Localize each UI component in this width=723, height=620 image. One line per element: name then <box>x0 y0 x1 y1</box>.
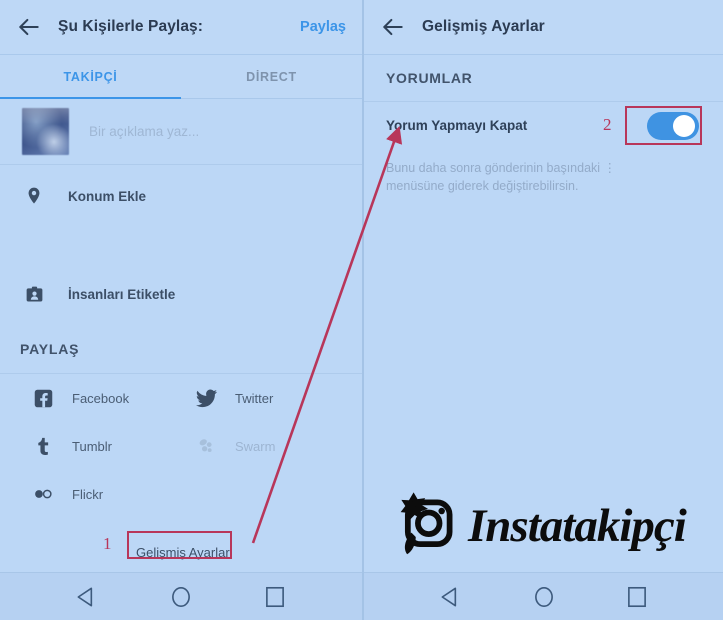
left-nav-bar <box>0 572 362 620</box>
twitter-icon <box>193 385 219 411</box>
nav-back-triangle-icon[interactable] <box>438 584 464 610</box>
arrow-left-icon[interactable] <box>16 14 42 40</box>
option-row-insanlari-etiketle[interactable]: İnsanları Etiketle <box>0 263 362 325</box>
share-label: Swarm <box>235 438 276 454</box>
instagram-camera-star-icon <box>392 488 464 565</box>
option-row-konum-ekle[interactable]: Konum Ekle <box>0 165 362 227</box>
nav-home-circle-icon[interactable] <box>168 584 194 610</box>
tab-takipci[interactable]: TAKİPÇİ <box>0 55 181 99</box>
share-item-facebook[interactable]: Facebook <box>18 374 181 422</box>
nav-back-triangle-icon[interactable] <box>74 584 100 610</box>
flickr-icon <box>30 481 56 507</box>
post-thumbnail <box>22 108 69 155</box>
nav-recents-square-icon[interactable] <box>624 584 650 610</box>
right-app-bar: Gelişmiş Ayarlar <box>364 0 723 55</box>
tab-bar: TAKİPÇİ DİRECT <box>0 55 362 99</box>
caption-input[interactable]: Bir açıklama yaz... <box>89 124 199 139</box>
share-label: Facebook <box>72 390 130 406</box>
row-gap <box>0 227 362 263</box>
switch-description: Bunu daha sonra gönderinin başındaki ⋮ m… <box>386 161 617 194</box>
share-label: Flickr <box>72 486 104 502</box>
share-item-flickr[interactable]: Flickr <box>18 470 181 518</box>
tab-direct[interactable]: DİRECT <box>181 55 362 98</box>
toggle-knob <box>673 114 695 137</box>
comments-section-title: YORUMLAR <box>386 70 473 86</box>
nav-recents-square-icon[interactable] <box>262 584 288 610</box>
nav-home-circle-icon[interactable] <box>531 584 557 610</box>
turn-off-commenting-row[interactable]: Yorum Yapmayı Kapat <box>364 101 723 149</box>
dual-phone-screenshot: Şu Kişilerle Paylaş: Paylaş TAKİPÇİ DİRE… <box>0 0 723 620</box>
tumblr-icon <box>30 433 56 459</box>
right-nav-bar <box>364 572 723 620</box>
swarm-icon <box>193 433 219 459</box>
share-button[interactable]: Paylaş <box>300 19 346 35</box>
watermark-text: Instatakipçi <box>468 499 687 552</box>
share-item-swarm[interactable]: Swarm <box>181 422 344 470</box>
share-grid: Facebook Twitter Tumblr Swarm Flickr <box>0 373 362 518</box>
share-section-heading: PAYLAŞ <box>20 341 80 357</box>
share-label: Twitter <box>235 390 274 406</box>
page-title: Şu Kişilerle Paylaş: <box>58 18 204 35</box>
location-pin-icon <box>22 184 46 208</box>
left-app-bar: Şu Kişilerle Paylaş: Paylaş <box>0 0 362 55</box>
caption-row[interactable]: Bir açıklama yaz... <box>0 99 362 165</box>
share-item-twitter[interactable]: Twitter <box>181 374 344 422</box>
tag-people-icon <box>22 282 46 306</box>
watermark-logo: Instatakipçi <box>392 484 712 568</box>
option-label: İnsanları Etiketle <box>68 286 176 302</box>
switch-label: Yorum Yapmayı Kapat <box>386 118 528 133</box>
turn-off-commenting-toggle[interactable] <box>647 111 699 140</box>
advanced-settings-area: Gelişmiş Ayarlar <box>0 518 362 572</box>
left-phone-panel: Şu Kişilerle Paylaş: Paylaş TAKİPÇİ DİRE… <box>0 0 364 620</box>
facebook-icon <box>30 385 56 411</box>
share-label: Tumblr <box>72 438 112 454</box>
share-item-tumblr[interactable]: Tumblr <box>18 422 181 470</box>
arrow-left-icon[interactable] <box>380 14 406 40</box>
option-label: Konum Ekle <box>68 188 147 204</box>
page-title: Gelişmiş Ayarlar <box>422 18 545 35</box>
advanced-settings-button[interactable]: Gelişmiş Ayarlar <box>122 538 244 567</box>
